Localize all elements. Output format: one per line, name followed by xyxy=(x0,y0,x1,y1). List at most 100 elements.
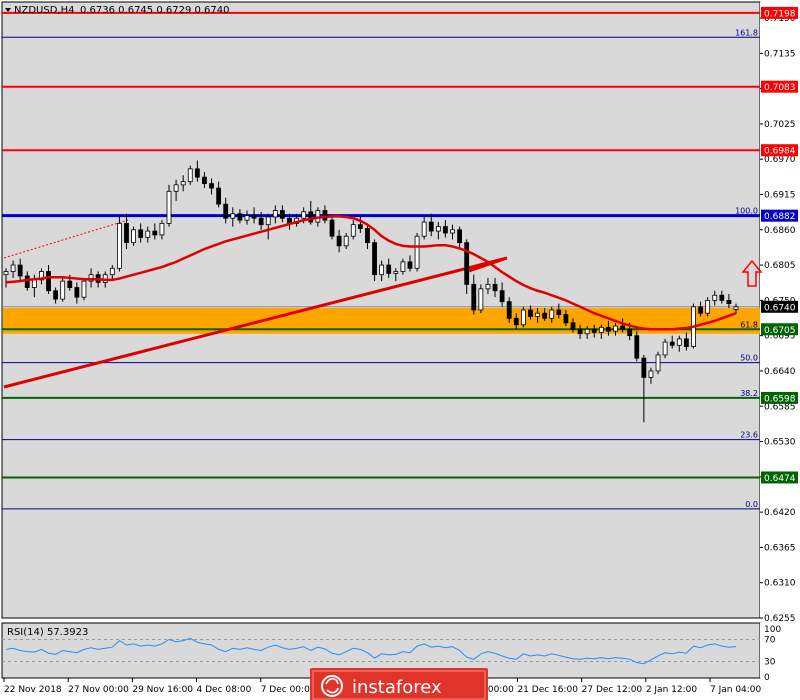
rsi-tick-label: 70 xyxy=(764,636,776,646)
candle[interactable] xyxy=(655,351,661,375)
candle[interactable] xyxy=(81,277,87,301)
fib-label: 23.6 xyxy=(740,431,758,440)
candle-body xyxy=(634,335,640,359)
candle-body xyxy=(556,309,562,315)
price-label: 0.6474 xyxy=(764,474,796,484)
candle-body xyxy=(485,283,491,290)
candle-body xyxy=(10,264,16,272)
candle-body xyxy=(74,287,80,298)
candle-body xyxy=(570,322,576,330)
candle-body xyxy=(506,301,512,319)
candle-body xyxy=(627,328,633,337)
price-label: 0.7083 xyxy=(764,83,796,93)
candle-body xyxy=(435,226,441,232)
candle-body xyxy=(357,224,363,229)
candle-body xyxy=(109,267,115,276)
rsi-tick-label: 100 xyxy=(764,625,781,635)
candle-body xyxy=(251,215,257,219)
rsi-label: RSI(14) 57.3923 xyxy=(7,627,88,638)
fib-label: 161.8 xyxy=(735,28,758,37)
candle-body xyxy=(513,317,519,326)
candle[interactable] xyxy=(116,216,122,272)
candle[interactable] xyxy=(634,331,640,362)
candle-body xyxy=(343,235,349,247)
candle-body xyxy=(733,306,739,310)
candle-body xyxy=(301,211,307,219)
candle-body xyxy=(726,299,732,304)
candle[interactable] xyxy=(478,284,484,314)
candle-body xyxy=(698,306,703,314)
candle-body xyxy=(584,328,590,335)
candle-body xyxy=(478,288,484,311)
candle-body xyxy=(471,283,477,311)
x-tick-label: 7 Dec 00:00 xyxy=(261,685,316,695)
price-label: 0.6740 xyxy=(764,303,796,313)
candle-body xyxy=(17,264,23,277)
candle-body xyxy=(393,271,399,274)
trading-chart: 161.8100.061.850.038.223.60.0 0.71900.71… xyxy=(1,1,800,700)
candle-body xyxy=(308,211,314,223)
candle[interactable] xyxy=(520,306,526,328)
candle-body xyxy=(322,210,328,221)
candle-body xyxy=(372,242,377,276)
candle-body xyxy=(464,242,470,285)
candle[interactable] xyxy=(414,233,420,272)
candle-body xyxy=(613,325,618,332)
candle-body xyxy=(598,326,604,333)
candle-body xyxy=(336,235,342,247)
candle-body xyxy=(683,338,689,347)
candle-body xyxy=(428,221,434,232)
candle-body xyxy=(159,222,165,236)
x-tick-label: 27 Dec 12:00 xyxy=(582,685,643,695)
candle-body xyxy=(535,312,540,317)
candle[interactable] xyxy=(372,239,377,282)
y-tick-label: 0.6310 xyxy=(764,579,796,589)
candle-body xyxy=(520,309,526,326)
y-tick-label: 0.7025 xyxy=(764,120,796,130)
candle-body xyxy=(223,203,229,219)
candle-body xyxy=(194,168,200,178)
candle-body xyxy=(606,326,611,332)
x-tick-label: 7 Jan 04:00 xyxy=(710,685,762,695)
candle-body xyxy=(131,229,136,244)
rsi-tick-label: 30 xyxy=(764,658,776,668)
candle[interactable] xyxy=(662,338,668,359)
candle[interactable] xyxy=(60,277,66,302)
price-label: 0.6984 xyxy=(764,147,796,157)
candle[interactable] xyxy=(705,297,711,317)
y-tick-label: 0.6640 xyxy=(764,367,796,377)
candle[interactable] xyxy=(166,184,172,227)
candle-body xyxy=(3,271,9,276)
candle-body xyxy=(421,221,427,237)
rsi-tick-label: 0 xyxy=(764,673,770,683)
candle-body xyxy=(443,226,448,234)
candle-body xyxy=(669,341,675,346)
candle-body xyxy=(620,325,626,330)
candle-body xyxy=(280,210,285,219)
price-label: 0.7198 xyxy=(764,9,796,19)
candle-body xyxy=(116,222,122,269)
price-label: 0.6598 xyxy=(764,394,796,404)
y-tick-label: 0.6915 xyxy=(764,191,796,201)
candle-body xyxy=(81,280,87,298)
candle-body xyxy=(124,222,129,244)
candle-body xyxy=(145,230,151,238)
candle[interactable] xyxy=(187,165,193,185)
fib-label: 50.0 xyxy=(740,354,758,363)
candle-body xyxy=(138,229,144,238)
candle-body xyxy=(549,309,555,319)
candle-body xyxy=(400,261,406,272)
watermark-text: instaforex xyxy=(352,677,442,698)
price-label: 0.6705 xyxy=(764,326,796,336)
candle-body xyxy=(655,354,661,372)
candle-body xyxy=(499,290,505,303)
candle[interactable] xyxy=(131,226,136,246)
candle-body xyxy=(202,176,207,184)
candle-body xyxy=(180,181,186,186)
y-tick-label: 0.6365 xyxy=(764,543,796,553)
x-tick-label: 29 Nov 16:00 xyxy=(132,685,193,695)
candle-body xyxy=(379,264,385,276)
y-tick-label: 0.6860 xyxy=(764,226,796,236)
candle-body xyxy=(528,309,533,317)
y-tick-label: 0.6255 xyxy=(764,614,796,624)
